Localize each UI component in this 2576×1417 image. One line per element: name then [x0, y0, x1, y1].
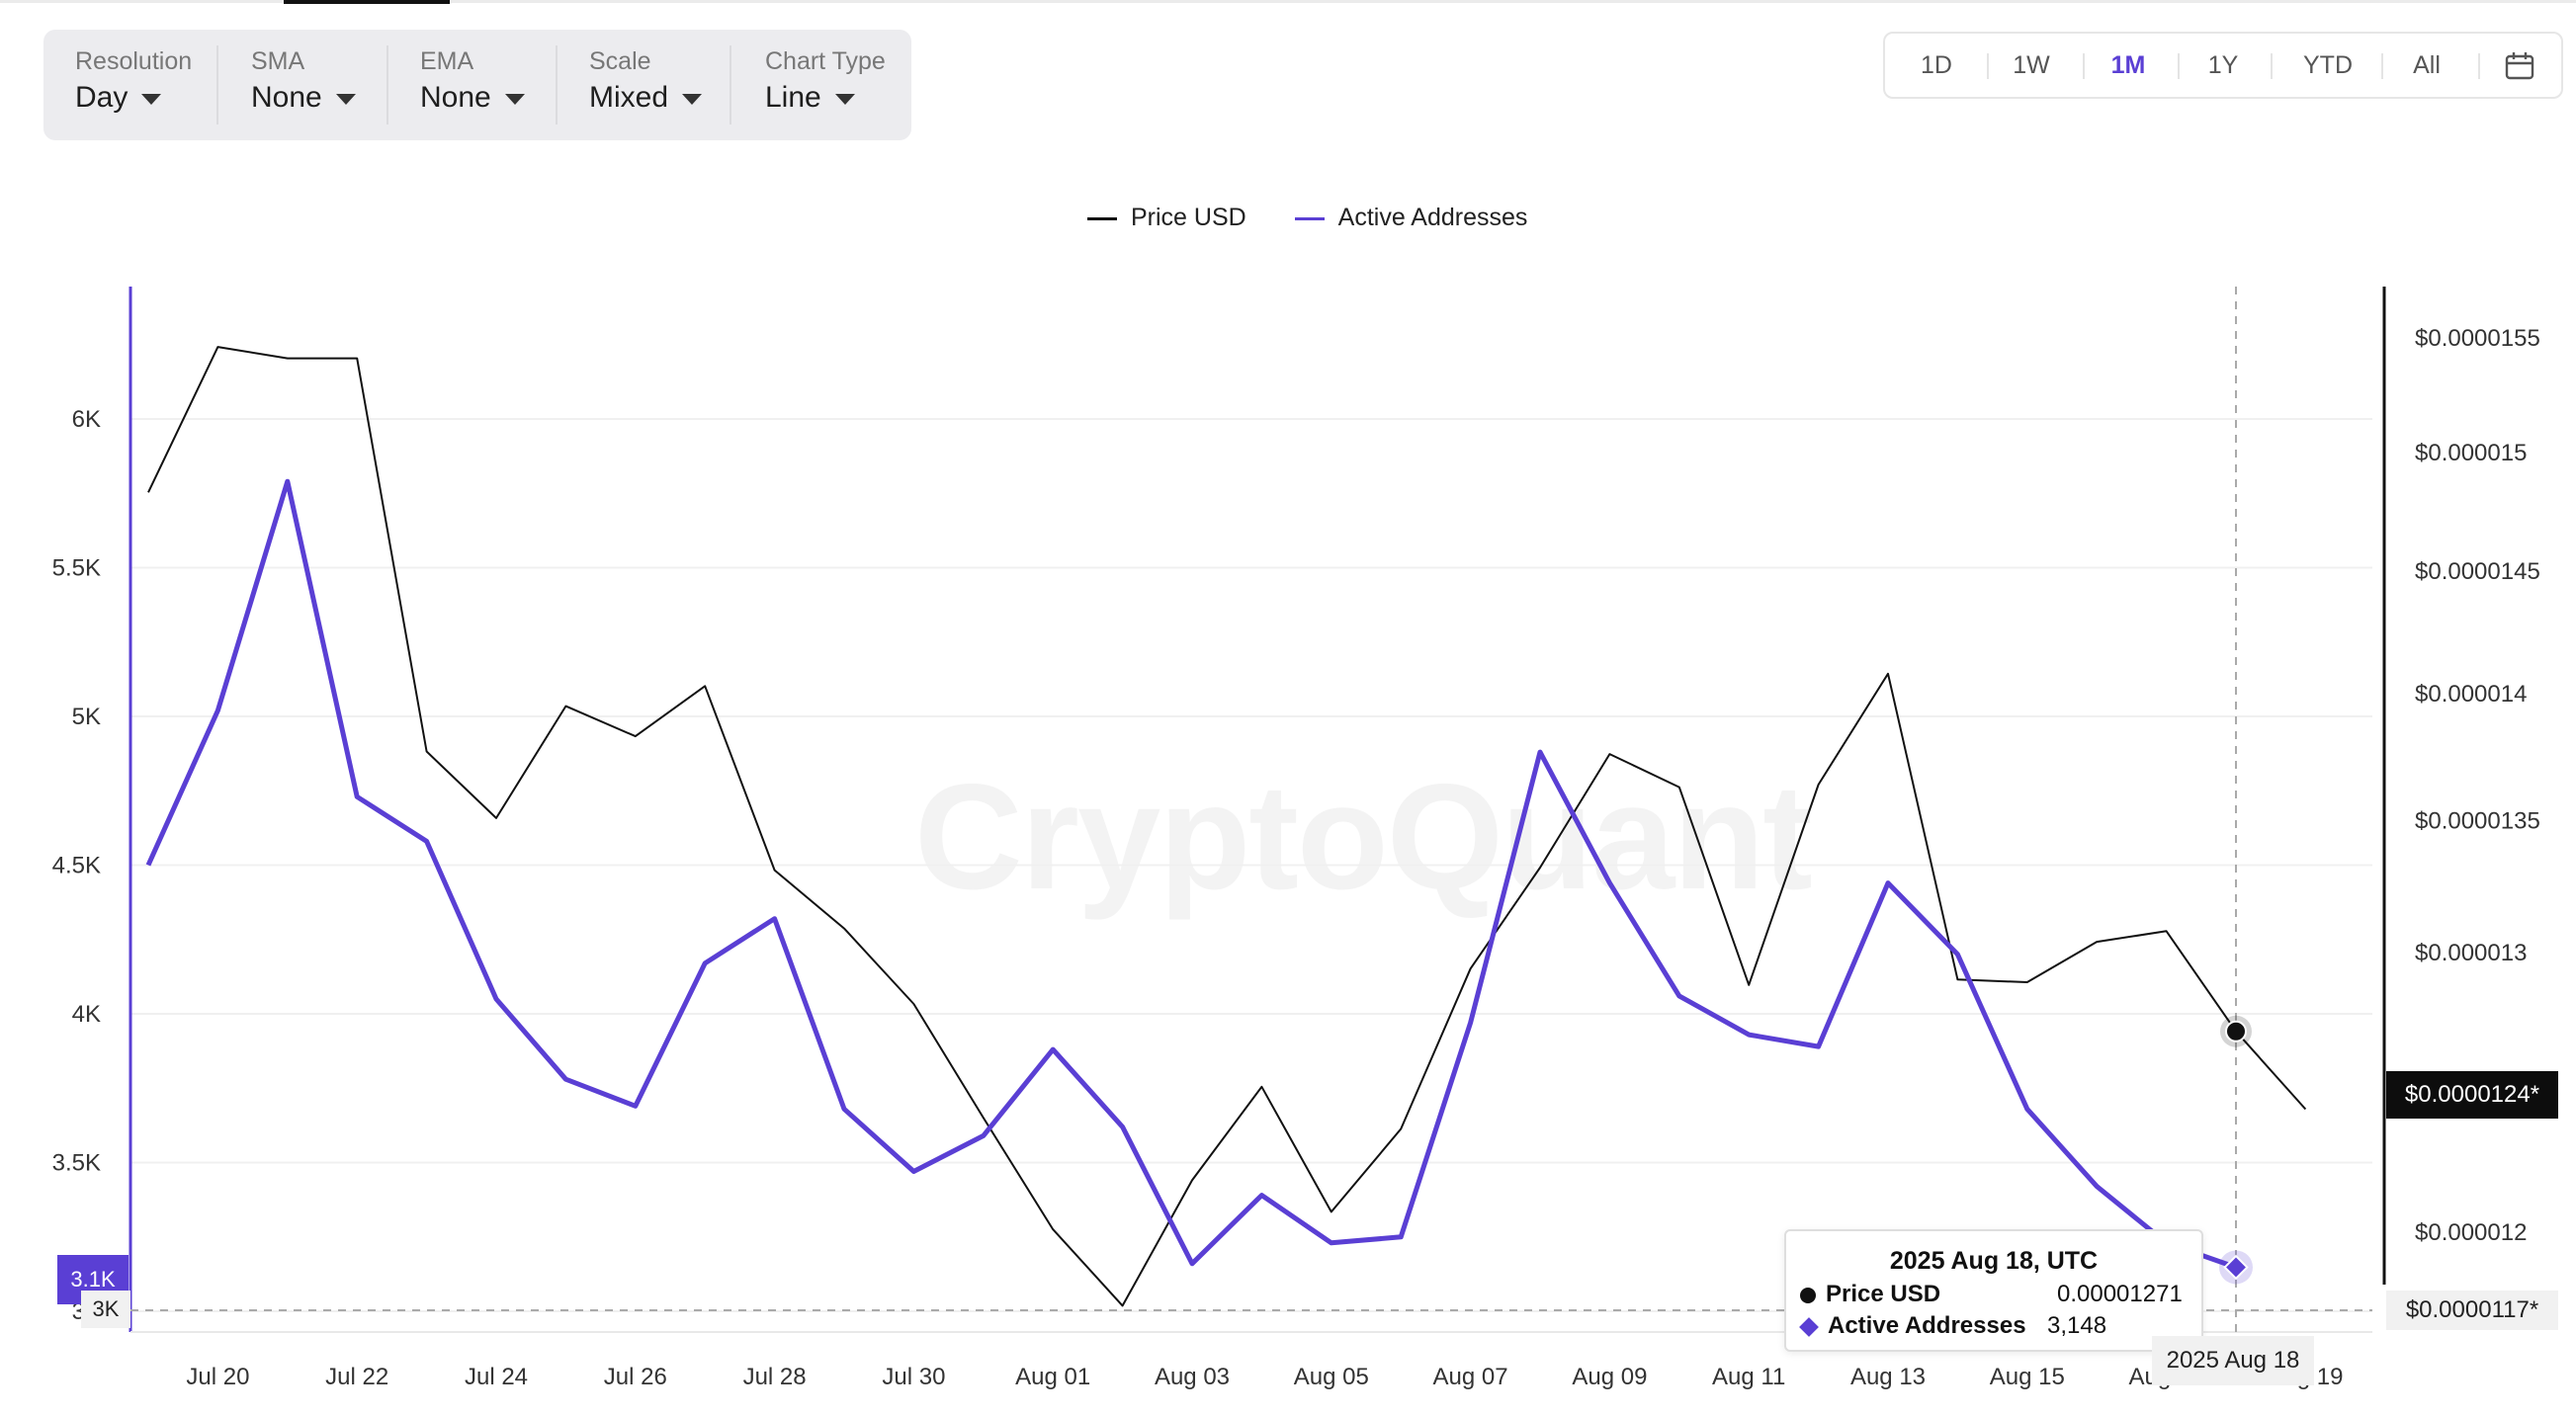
price-current-badge: $0.0000124*: [2386, 1071, 2558, 1119]
diamond-marker-icon: [1799, 1316, 1819, 1337]
right-axis-tick-label: $0.000015: [2415, 440, 2527, 466]
tooltip-row-active-addresses: Active Addresses 3,148: [1799, 1312, 2106, 1340]
x-axis-tick-label: Aug 09: [1572, 1364, 1647, 1390]
left-axis-tick-label: 4K: [72, 1001, 101, 1028]
x-axis-tick-label: Aug 11: [1712, 1364, 1785, 1390]
x-axis-tick-label: Aug 01: [1015, 1364, 1090, 1390]
x-axis-tick-label: Aug 05: [1294, 1364, 1369, 1390]
right-axis-tick-label: $0.000013: [2415, 940, 2527, 966]
circle-marker-icon: [1800, 1287, 1816, 1303]
cursor-date-badge: 2025 Aug 18: [2152, 1336, 2314, 1385]
tooltip-title: 2025 Aug 18, UTC: [1889, 1247, 2099, 1275]
x-axis-tick-label: Jul 26: [604, 1364, 667, 1390]
x-axis-tick-label: Aug 07: [1433, 1364, 1508, 1390]
tooltip-aa-value: 3,148: [2047, 1312, 2107, 1339]
right-axis-tick-label: $0.0000145: [2415, 558, 2540, 585]
left-axis-tick-label: 4.5K: [52, 853, 101, 879]
x-axis-tick-label: Aug 03: [1155, 1364, 1230, 1390]
tooltip-row-price: Price USD 0.00001271: [1800, 1281, 2183, 1308]
right-axis-tick-label: $0.000012: [2415, 1219, 2527, 1246]
price-hover-marker: [2225, 1020, 2247, 1042]
tooltip-price-value: 0.00001271: [2057, 1281, 2183, 1307]
tooltip-aa-label: Active Addresses: [1828, 1312, 2026, 1339]
right-axis-tick-label: $0.000014: [2415, 681, 2527, 708]
right-axis-tick-label: $0.0000155: [2415, 325, 2540, 352]
active-addresses-cursor-badge: 3K: [81, 1291, 130, 1328]
tooltip-price-label: Price USD: [1826, 1281, 1941, 1307]
chart-tooltip: 2025 Aug 18, UTC Price USD 0.00001271 Ac…: [1784, 1229, 2203, 1352]
x-axis-tick-label: Jul 22: [325, 1364, 388, 1390]
x-axis-tick-label: Jul 30: [882, 1364, 945, 1390]
x-axis-tick-label: Jul 20: [186, 1364, 249, 1390]
left-axis-tick-label: 5.5K: [52, 555, 101, 582]
x-axis-tick-label: Jul 24: [465, 1364, 528, 1390]
active-addresses-line: [145, 478, 2237, 1270]
x-axis-tick-label: Jul 28: [743, 1364, 807, 1390]
x-axis-tick-label: Aug 15: [1990, 1364, 2065, 1390]
x-axis-tick-label: Aug 13: [1850, 1364, 1926, 1390]
chart-area[interactable]: 3K 3.5K 4K 4.5K 5K 5.5K 6K $0.000012 $0.000013 $0…: [0, 0, 2576, 1417]
left-axis-tick-label: 6K: [72, 406, 101, 433]
right-axis-tick-label: $0.0000135: [2415, 808, 2540, 835]
price-cursor-badge: $0.0000117*: [2386, 1291, 2558, 1330]
left-axis-tick-label: 5K: [72, 704, 101, 730]
left-axis-tick-label: 3.5K: [52, 1150, 101, 1177]
